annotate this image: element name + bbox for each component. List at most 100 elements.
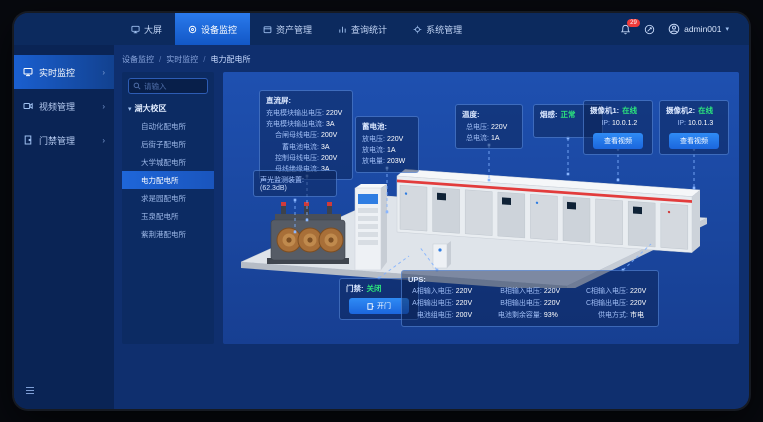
station-3d-canvas: 直流屏: 充电模块输出电压:220V 充电模块输出电流:3A 合闸母线电压:20… (223, 72, 739, 344)
tree-root-label: 湖大校区 (135, 103, 167, 114)
ups-cell-value: 220V (544, 298, 566, 309)
sidebar-item-access-control[interactable]: 门禁管理 › (14, 123, 114, 157)
monitor-grid-icon (23, 67, 33, 77)
tree-search-box[interactable] (128, 78, 208, 94)
camera1-ip-label: IP: (590, 118, 610, 129)
camera1-title: 摄像机1: (590, 105, 619, 116)
notification-count-badge: 29 (627, 19, 640, 27)
sidebar-item-realtime-monitoring[interactable]: 实时监控 › (14, 55, 114, 89)
tree-root-node[interactable]: ▾ 湖大校区 (128, 103, 208, 114)
ups-cell-label: 供电方式: (582, 310, 628, 321)
camera2-view-video-button[interactable]: 查看视频 (669, 133, 719, 149)
sidebar-item-label: 实时监控 (39, 66, 75, 79)
user-menu[interactable]: admin001 ▾ (668, 23, 729, 35)
camera1-ip: 10.0.1.2 (612, 118, 646, 129)
temperature-panel-card: 温度: 总电压:220V 总电流:1A (455, 104, 523, 149)
temperature-row-value: 220V (491, 122, 516, 133)
battery-row-label: 放电流: (362, 145, 385, 156)
camera2-card: 摄像机2: 在线 IP:10.0.1.3 查看视频 (659, 100, 729, 155)
breadcrumb-item[interactable]: 实时监控 (166, 54, 198, 65)
open-door-button[interactable]: 开门 (349, 298, 408, 314)
sidebar-item-video-management[interactable]: 视频管理 › (14, 89, 114, 123)
nav-tab-dashboard[interactable]: 大屏 (118, 13, 175, 45)
sound-light-label: 声光监测装置: (260, 175, 330, 185)
nav-tab-query-statistics[interactable]: 查询统计 (325, 13, 400, 45)
temperature-row-label: 总电流: (462, 133, 489, 144)
ups-cell-value: 93% (544, 310, 566, 321)
ups-cell-label: C相输出电压: (582, 298, 628, 309)
box-icon (263, 25, 272, 34)
camera2-status: 在线 (698, 105, 713, 116)
battery-row-label: 放电量: (362, 156, 385, 167)
ups-cell-value: 220V (544, 286, 566, 297)
tree-expand-icon: ▾ (128, 105, 132, 113)
dc-row-value: 200V (321, 130, 346, 141)
avatar-icon (668, 23, 680, 35)
sound-light-monitor-card: 声光监测装置: (62.3dB) (253, 170, 337, 197)
camera2-title: 摄像机2: (666, 105, 695, 116)
smoke-label: 烟感: (540, 109, 558, 120)
dc-row-label: 蓄电池电流: (266, 142, 319, 153)
tree-item-station[interactable]: 紫荆港配电所 (128, 225, 208, 243)
username: admin001 (684, 24, 721, 34)
camera2-ip: 10.0.1.3 (688, 118, 722, 129)
battery-row-value: 220V (387, 134, 412, 145)
nav-tab-asset-management[interactable]: 资产管理 (250, 13, 325, 45)
ups-cell-value: 市电 (630, 310, 652, 321)
dc-panel-card: 直流屏: 充电模块输出电压:220V 充电模块输出电流:3A 合闸母线电压:20… (259, 90, 353, 180)
tree-item-station[interactable]: 求是园配电所 (128, 189, 208, 207)
nav-tab-system-management[interactable]: 系统管理 (400, 13, 475, 45)
breadcrumb: 设备监控 / 实时监控 / 电力配电所 (122, 52, 739, 67)
nav-tab-label: 系统管理 (426, 23, 462, 36)
topbar-logo-area (14, 13, 118, 45)
gear-icon (413, 25, 422, 34)
top-navigation-bar: 大屏 设备监控 资产管理 查询统计 系统管理 29 (14, 13, 749, 45)
sound-light-value: (62.3dB) (260, 185, 330, 192)
dc-row-value: 200V (321, 153, 346, 164)
ups-cell-label: B相输入电压: (494, 286, 542, 297)
tree-item-station[interactable]: 玉泉配电所 (128, 207, 208, 225)
battery-panel-card: 蓄电池: 放电压:220V 放电流:1A 放电量:203W (355, 116, 419, 173)
tree-item-station[interactable]: 大学城配电所 (128, 153, 208, 171)
bar-chart-icon (338, 25, 347, 34)
monitor-icon (188, 25, 197, 34)
ups-cell-value: 220V (630, 286, 652, 297)
fullscreen-icon (644, 24, 655, 35)
tree-item-station[interactable]: 后街子配电所 (128, 135, 208, 153)
ups-cell-label: B相输出电压: (494, 298, 542, 309)
tree-item-station-active[interactable]: 电力配电所 (122, 171, 214, 189)
topbar-right-tools: 29 admin001 ▾ (620, 13, 749, 45)
ups-panel-title: UPS: (408, 275, 652, 284)
menu-icon (25, 386, 35, 395)
temperature-row-value: 1A (491, 133, 516, 144)
breadcrumb-separator: / (159, 55, 161, 64)
tree-search-input[interactable] (144, 82, 203, 91)
sidebar-item-label: 门禁管理 (39, 134, 75, 147)
video-camera-icon (23, 101, 33, 111)
station-tree-panel: ▾ 湖大校区 自动化配电所 后街子配电所 大学城配电所 电力配电所 求是园配电所… (122, 72, 214, 344)
sidebar-collapse-button[interactable] (25, 382, 35, 400)
camera2-ip-label: IP: (666, 118, 686, 129)
ups-cell-label: C相输入电压: (582, 286, 628, 297)
nav-tab-label: 查询统计 (351, 23, 387, 36)
ups-cell-label: 电池组电压: (408, 310, 454, 321)
camera1-view-video-button[interactable]: 查看视频 (593, 133, 643, 149)
breadcrumb-item[interactable]: 设备监控 (122, 54, 154, 65)
fullscreen-button[interactable] (644, 24, 655, 35)
ups-panel-card: UPS: A相输入电压:220V B相输入电压:220V C相输入电压:220V… (401, 270, 659, 327)
chevron-down-icon: ▾ (725, 25, 729, 33)
battery-panel-title: 蓄电池: (362, 121, 412, 132)
ups-cell-label: 电池剩余容量: (494, 310, 542, 321)
notification-bell-button[interactable]: 29 (620, 24, 631, 35)
dc-row-value: 3A (326, 119, 346, 130)
dc-row-label: 控制母线电压: (266, 153, 319, 164)
battery-row-label: 放电压: (362, 134, 385, 145)
dc-row-value: 220V (326, 108, 346, 119)
tree-item-station[interactable]: 自动化配电所 (128, 117, 208, 135)
door-label: 门禁: (346, 283, 364, 294)
nav-tab-label: 设备监控 (201, 23, 237, 36)
primary-sidebar: 实时监控 › 视频管理 › 门禁管理 › (14, 45, 114, 409)
ups-cell-value: 220V (456, 286, 478, 297)
nav-tab-device-monitoring[interactable]: 设备监控 (175, 13, 250, 45)
camera1-status: 在线 (622, 105, 637, 116)
